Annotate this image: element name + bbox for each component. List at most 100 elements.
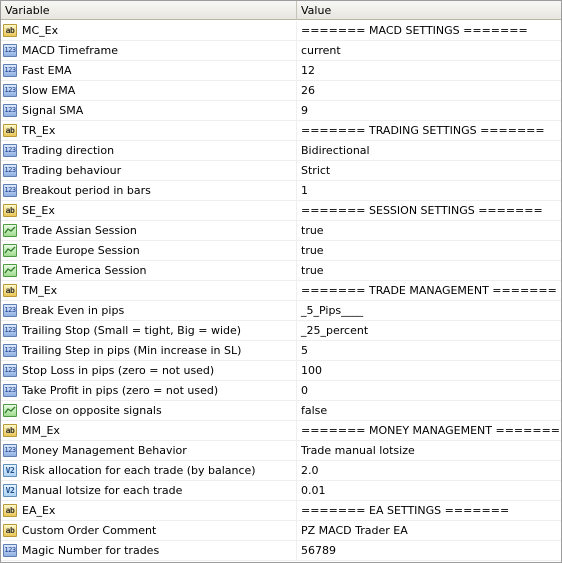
parameter-row[interactable]: ab TR_Ex ======= TRADING SETTINGS =======	[1, 121, 561, 141]
inputs-grid: Variable Value ab MC_Ex ======= MACD SETTI…	[0, 0, 562, 563]
parameter-value[interactable]: _5_Pips____	[301, 301, 363, 320]
parameter-value[interactable]: Bidirectional	[301, 141, 370, 160]
parameter-value[interactable]: true	[301, 261, 324, 280]
parameter-value[interactable]: Trade manual lotsize	[301, 441, 415, 460]
parameter-value[interactable]: 1	[301, 181, 308, 200]
parameter-row[interactable]: 123 Take Profit in pips (zero = not used)…	[1, 381, 561, 401]
parameter-name: Breakout period in bars	[22, 184, 151, 197]
parameter-row[interactable]: 123 Break Even in pips _5_Pips____	[1, 301, 561, 321]
parameter-row[interactable]: 123 Magic Number for trades 56789	[1, 541, 561, 561]
column-divider	[296, 241, 297, 260]
parameter-value[interactable]: false	[301, 401, 327, 420]
integer-type-icon: 123	[3, 304, 17, 317]
integer-type-icon: 123	[3, 144, 17, 157]
parameter-value[interactable]: ======= EA SETTINGS =======	[301, 501, 509, 520]
parameter-name: Close on opposite signals	[22, 404, 162, 417]
parameter-row[interactable]: 123 MACD Timeframe current	[1, 41, 561, 61]
parameter-row[interactable]: 123 Slow EMA 26	[1, 81, 561, 101]
grid-header: Variable Value	[1, 1, 561, 21]
boolean-type-icon	[3, 404, 17, 417]
parameter-row[interactable]: Close on opposite signals false	[1, 401, 561, 421]
integer-type-icon: 123	[3, 544, 17, 557]
parameter-row[interactable]: V2 Risk allocation for each trade (by bal…	[1, 461, 561, 481]
parameter-value[interactable]: ======= TRADE MANAGEMENT =======	[301, 281, 557, 300]
integer-type-icon: 123	[3, 344, 17, 357]
integer-type-icon: 123	[3, 44, 17, 57]
parameter-name: Trading behaviour	[22, 164, 122, 177]
parameter-row[interactable]: Trade Europe Session true	[1, 241, 561, 261]
string-type-icon: ab	[3, 24, 17, 37]
parameter-row[interactable]: 123 Money Management Behavior Trade manual…	[1, 441, 561, 461]
column-header-variable[interactable]: Variable	[1, 1, 297, 20]
parameter-row[interactable]: ab EA_Ex ======= EA SETTINGS =======	[1, 501, 561, 521]
parameter-value[interactable]: 0.01	[301, 481, 326, 500]
parameter-row[interactable]: ab SE_Ex ======= SESSION SETTINGS =======	[1, 201, 561, 221]
parameter-value[interactable]: 100	[301, 361, 322, 380]
parameter-row[interactable]: 123 Signal SMA 9	[1, 101, 561, 121]
parameter-row[interactable]: ab MM_Ex ======= MONEY MANAGEMENT =======	[1, 421, 561, 441]
parameter-name: Trailing Stop (Small = tight, Big = wide…	[22, 324, 242, 337]
integer-type-icon: 123	[3, 184, 17, 197]
parameter-value[interactable]: 56789	[301, 541, 336, 560]
column-divider	[296, 41, 297, 60]
parameter-row[interactable]: 123 Trailing Step in pips (Min increase i…	[1, 341, 561, 361]
parameter-value[interactable]: ======= TRADING SETTINGS =======	[301, 121, 545, 140]
parameter-value[interactable]: 0	[301, 381, 308, 400]
parameter-value[interactable]: true	[301, 241, 324, 260]
parameter-value[interactable]: ======= MACD SETTINGS =======	[301, 21, 528, 40]
parameter-name: SE_Ex	[22, 204, 55, 217]
boolean-type-icon	[3, 244, 17, 257]
parameter-row[interactable]: V2 Manual lotsize for each trade 0.01	[1, 481, 561, 501]
parameter-name: Magic Number for trades	[22, 544, 160, 557]
parameter-value[interactable]: PZ MACD Trader EA	[301, 521, 408, 540]
parameter-name: TR_Ex	[22, 124, 56, 137]
parameter-row[interactable]: 123 Trading behaviour Strict	[1, 161, 561, 181]
column-divider	[296, 381, 297, 400]
column-header-value[interactable]: Value	[297, 1, 561, 20]
parameter-value[interactable]: 2.0	[301, 461, 319, 480]
parameter-row[interactable]: 123 Trading direction Bidirectional	[1, 141, 561, 161]
parameter-row[interactable]: 123 Breakout period in bars 1	[1, 181, 561, 201]
parameter-value[interactable]: 12	[301, 61, 315, 80]
parameter-name: Trade Europe Session	[22, 244, 140, 257]
column-divider	[296, 421, 297, 440]
integer-type-icon: 123	[3, 324, 17, 337]
column-divider	[296, 61, 297, 80]
parameter-row[interactable]: ab MC_Ex ======= MACD SETTINGS =======	[1, 21, 561, 41]
parameter-value[interactable]: _25_percent	[301, 321, 368, 340]
column-divider	[296, 361, 297, 380]
parameter-name: Trade America Session	[22, 264, 147, 277]
parameter-value[interactable]: true	[301, 221, 324, 240]
column-divider	[296, 181, 297, 200]
parameter-row[interactable]: Trade Assian Session true	[1, 221, 561, 241]
parameter-rows: ab MC_Ex ======= MACD SETTINGS ======= 123 M…	[1, 21, 561, 561]
parameter-value[interactable]: 26	[301, 81, 315, 100]
column-divider	[296, 401, 297, 420]
parameter-value[interactable]: ======= MONEY MANAGEMENT =======	[301, 421, 560, 440]
column-divider	[296, 501, 297, 520]
parameter-name: Manual lotsize for each trade	[22, 484, 183, 497]
parameter-row[interactable]: 123 Fast EMA 12	[1, 61, 561, 81]
parameter-name: Signal SMA	[22, 104, 84, 117]
column-divider	[296, 21, 297, 40]
parameter-value[interactable]: 9	[301, 101, 308, 120]
parameter-value[interactable]: 5	[301, 341, 308, 360]
integer-type-icon: 123	[3, 364, 17, 377]
parameter-value[interactable]: current	[301, 41, 341, 60]
column-divider	[296, 521, 297, 540]
parameter-value[interactable]: Strict	[301, 161, 330, 180]
column-divider	[296, 201, 297, 220]
column-divider	[296, 341, 297, 360]
parameter-value[interactable]: ======= SESSION SETTINGS =======	[301, 201, 543, 220]
string-type-icon: ab	[3, 284, 17, 297]
parameter-row[interactable]: ab Custom Order Comment PZ MACD Trader EA	[1, 521, 561, 541]
parameter-row[interactable]: 123 Trailing Stop (Small = tight, Big = w…	[1, 321, 561, 341]
parameter-row[interactable]: ab TM_Ex ======= TRADE MANAGEMENT =======	[1, 281, 561, 301]
parameter-name: Trading direction	[22, 144, 115, 157]
column-divider	[296, 221, 297, 240]
parameter-name: Slow EMA	[22, 84, 76, 97]
parameter-row[interactable]: Trade America Session true	[1, 261, 561, 281]
column-divider	[296, 161, 297, 180]
parameter-row[interactable]: 123 Stop Loss in pips (zero = not used) 10…	[1, 361, 561, 381]
column-divider	[296, 541, 297, 560]
